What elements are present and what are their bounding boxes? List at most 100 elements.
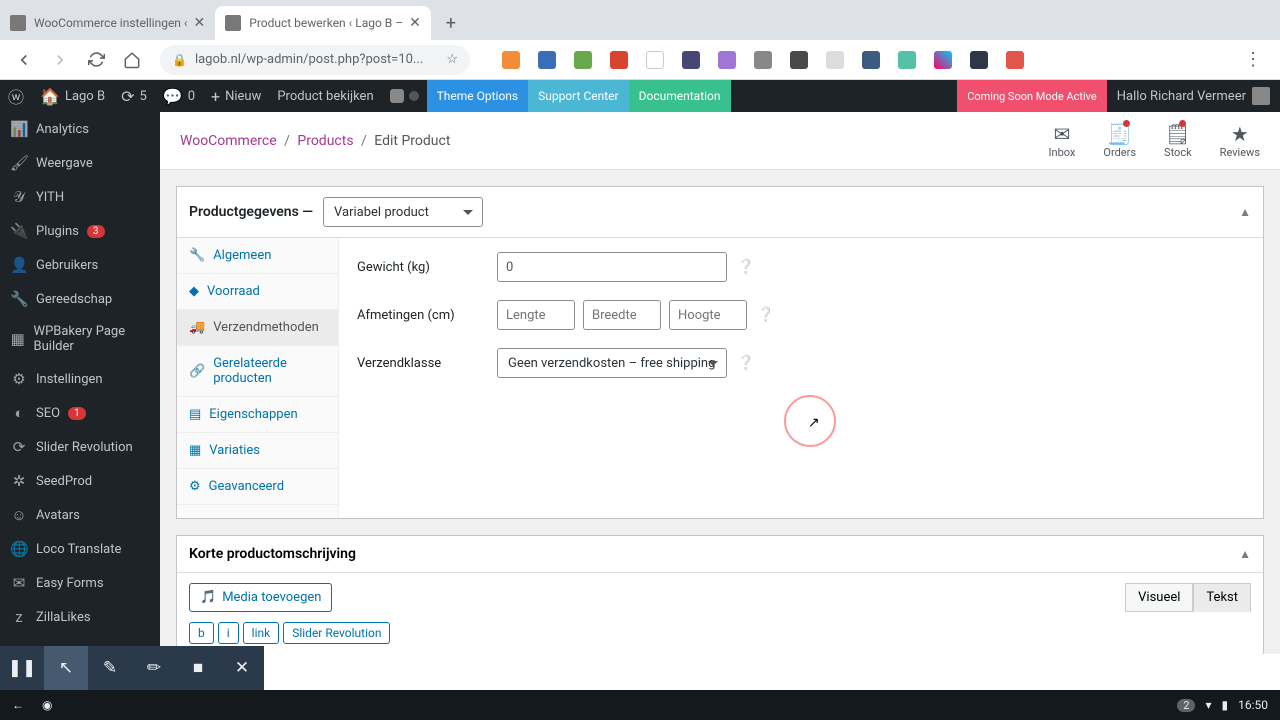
clock[interactable]: 16:50 (1238, 698, 1268, 712)
bookmark-icon[interactable]: ☆ (446, 52, 458, 67)
sidebar-item-loco[interactable]: 🌐Loco Translate (0, 532, 160, 566)
close-icon[interactable]: ✕ (409, 15, 421, 31)
browser-tab-active[interactable]: Product bewerken ‹ Lago B – ✕ (215, 6, 431, 40)
highlighter-button[interactable]: ✏ (132, 646, 176, 690)
weight-input[interactable] (497, 252, 727, 282)
close-icon[interactable]: ✕ (194, 15, 206, 31)
new-tab-button[interactable]: + (437, 9, 465, 37)
back-button[interactable] (8, 44, 40, 76)
stock-button[interactable]: 🗒Stock (1164, 122, 1192, 159)
extension-icon[interactable] (862, 51, 880, 69)
wifi-icon[interactable]: ▾ (1205, 698, 1211, 712)
visual-tab[interactable]: Visueel (1125, 583, 1193, 612)
tab-inventory[interactable]: ◆Voorraad (177, 274, 338, 310)
sidebar-item-settings[interactable]: ⚙Instellingen (0, 362, 160, 396)
circle-icon[interactable]: ◉ (42, 698, 52, 712)
tab-shipping[interactable]: 🚚Verzendmethoden (177, 310, 338, 346)
pen-button[interactable]: ✎ (88, 646, 132, 690)
tab-label: Variaties (209, 443, 260, 458)
extension-icon[interactable] (502, 51, 520, 69)
reviews-button[interactable]: ★Reviews (1220, 122, 1260, 159)
address-bar[interactable]: 🔒 lagob.nl/wp-admin/post.php?post=10... … (160, 45, 470, 75)
extension-icon[interactable] (682, 51, 700, 69)
notification-count[interactable]: 2 (1177, 699, 1195, 712)
help-icon[interactable]: ❔ (737, 259, 754, 275)
length-input[interactable] (497, 300, 575, 330)
documentation-button[interactable]: Documentation (629, 80, 731, 112)
extension-icon[interactable] (970, 51, 988, 69)
browser-menu-button[interactable]: ⋮ (1244, 49, 1262, 70)
comments[interactable]: 💬0 (155, 80, 203, 112)
tab-advanced[interactable]: ⚙Geavanceerd (177, 469, 338, 505)
crumb-products[interactable]: Products (297, 133, 353, 149)
crumb-woocommerce[interactable]: WooCommerce (180, 133, 277, 149)
new-content[interactable]: +Nieuw (203, 80, 269, 112)
pause-button[interactable]: ❚❚ (0, 646, 44, 690)
extension-icon[interactable] (610, 51, 628, 69)
help-icon[interactable]: ❔ (757, 307, 774, 323)
tab-variations[interactable]: ▦Variaties (177, 433, 338, 469)
support-center-button[interactable]: Support Center (528, 80, 628, 112)
reload-button[interactable] (80, 44, 112, 76)
italic-button[interactable]: i (218, 622, 239, 644)
updates[interactable]: ⟳5 (113, 80, 155, 112)
extension-icon[interactable] (574, 51, 592, 69)
user-icon: 👤 (10, 256, 28, 274)
sidebar-item-plugins[interactable]: 🔌Plugins3 (0, 214, 160, 248)
battery-icon[interactable]: ▮ (1222, 698, 1229, 712)
site-name[interactable]: 🏠Lago B (32, 80, 113, 112)
text-tab[interactable]: Tekst (1193, 583, 1251, 612)
bold-button[interactable]: b (189, 622, 214, 644)
extension-icon[interactable] (1006, 51, 1024, 69)
width-input[interactable] (583, 300, 661, 330)
close-button[interactable]: ✕ (220, 646, 264, 690)
inbox-button[interactable]: ✉Inbox (1049, 122, 1076, 159)
extension-icon[interactable] (826, 51, 844, 69)
sidebar-item-users[interactable]: 👤Gebruikers (0, 248, 160, 282)
view-product[interactable]: Product bekijken (269, 80, 381, 112)
sidebar-item-seo[interactable]: ◐SEO1 (0, 396, 160, 430)
product-type-select[interactable]: Variabel product (323, 197, 483, 227)
sidebar-item-seedprod[interactable]: ✲SeedProd (0, 464, 160, 498)
extension-icon[interactable] (898, 51, 916, 69)
sidebar-item-tools[interactable]: 🔧Gereedschap (0, 282, 160, 316)
sidebar-item-appearance[interactable]: 🖌Weergave (0, 146, 160, 180)
home-button[interactable] (116, 44, 148, 76)
user-greeting-label: Hallo Richard Vermeer (1117, 89, 1246, 104)
sidebar-item-yith[interactable]: 𝒴YITH (0, 180, 160, 214)
extension-icon[interactable] (538, 51, 556, 69)
sidebar-item-slider[interactable]: ⟳Slider Revolution (0, 430, 160, 464)
url-text: lagob.nl/wp-admin/post.php?post=10... (195, 52, 440, 67)
extension-icon[interactable] (718, 51, 736, 69)
forward-button[interactable] (44, 44, 76, 76)
shipping-class-select[interactable]: Geen verzendkosten – free shipping (497, 348, 727, 378)
wp-logo[interactable]: ⓦ (0, 80, 32, 112)
user-greeting[interactable]: Hallo Richard Vermeer (1107, 87, 1280, 105)
sidebar-item-easyforms[interactable]: ✉Easy Forms (0, 566, 160, 600)
extension-icon[interactable] (790, 51, 808, 69)
theme-options-button[interactable]: Theme Options (427, 80, 529, 112)
slider-revolution-button[interactable]: Slider Revolution (283, 622, 390, 644)
sidebar-item-analytics[interactable]: 📊Analytics (0, 112, 160, 146)
orders-button[interactable]: 🧾Orders (1103, 122, 1136, 159)
help-icon[interactable]: ❔ (737, 355, 754, 371)
sidebar-item-wpbakery[interactable]: ▦WPBakery Page Builder (0, 316, 160, 362)
webcam-button[interactable]: ■ (176, 646, 220, 690)
height-input[interactable] (669, 300, 747, 330)
browser-tab[interactable]: WooCommerce instellingen ‹ ✕ (0, 6, 215, 40)
extension-icon[interactable] (646, 51, 664, 69)
tab-general[interactable]: 🔧Algemeen (177, 238, 338, 274)
theme-toggle[interactable] (382, 80, 427, 112)
sidebar-item-zillalikes[interactable]: zZillaLikes (0, 600, 160, 634)
back-icon[interactable]: ← (12, 698, 24, 712)
pointer-button[interactable]: ↖ (44, 646, 88, 690)
add-media-button[interactable]: 🎵Media toevoegen (189, 583, 332, 612)
extension-icon[interactable] (754, 51, 772, 69)
extension-icon[interactable] (934, 51, 952, 69)
link-button[interactable]: link (243, 622, 280, 644)
collapse-icon[interactable]: ▲ (1239, 205, 1251, 219)
tab-attributes[interactable]: ▤Eigenschappen (177, 397, 338, 433)
collapse-icon[interactable]: ▲ (1239, 547, 1251, 561)
sidebar-item-avatars[interactable]: ☺Avatars (0, 498, 160, 532)
tab-linked[interactable]: 🔗Gerelateerde producten (177, 346, 338, 397)
